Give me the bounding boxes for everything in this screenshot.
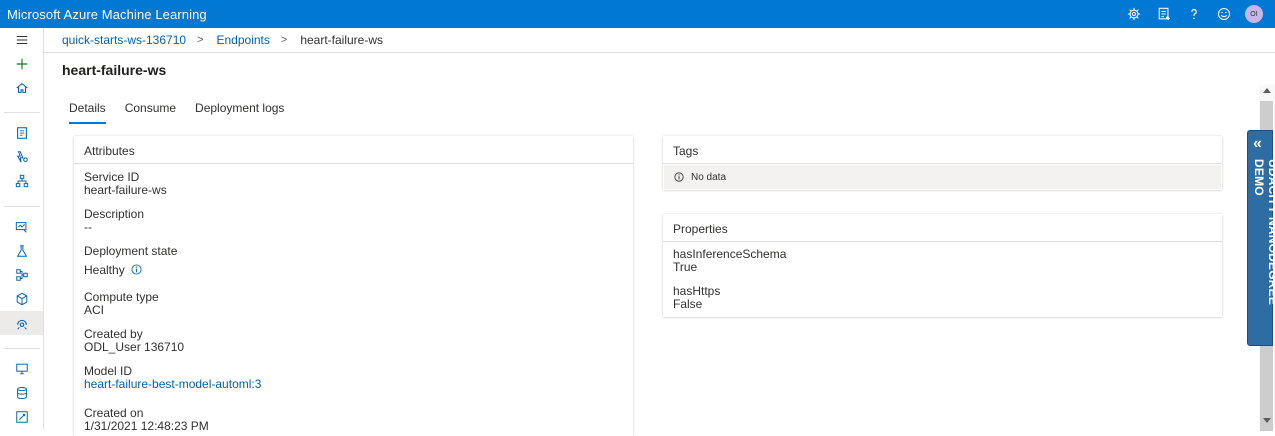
description-label: Description: [84, 207, 145, 221]
top-bar: Microsoft Azure Machine Learning OI: [0, 0, 1275, 28]
breadcrumb: quick-starts-ws-136710 > Endpoints > hea…: [44, 28, 1275, 53]
deployment-state-value: Healthy: [84, 263, 125, 277]
properties-header: Properties: [663, 214, 1222, 242]
app-title[interactable]: Microsoft Azure Machine Learning: [0, 7, 207, 22]
home-icon[interactable]: [0, 76, 43, 100]
avatar-initials: OI: [1250, 10, 1258, 18]
chevron-right-icon: >: [280, 34, 288, 46]
experiments-icon[interactable]: [0, 239, 43, 263]
info-icon[interactable]: [131, 264, 142, 278]
model-id-link[interactable]: heart-failure-best-model-automl:3: [84, 378, 261, 391]
compute-type-value: ACI: [84, 303, 105, 317]
created-by-field: Created by ODL_User 136710: [84, 328, 184, 354]
tags-empty-text: No data: [691, 171, 727, 183]
datasets-icon[interactable]: [0, 215, 43, 239]
service-id-value: heart-failure-ws: [84, 183, 167, 197]
plus-icon[interactable]: [0, 52, 43, 76]
labeling-icon[interactable]: [0, 405, 43, 429]
gear-icon[interactable]: [1119, 0, 1149, 28]
scroll-up-arrow-icon[interactable]: [1263, 88, 1271, 93]
deployment-state-value-row: Healthy: [84, 264, 177, 278]
properties-card: Properties hasInferenceSchema True hasHt…: [663, 214, 1222, 317]
service-id-field: Service ID heart-failure-ws: [84, 171, 167, 197]
designer-icon[interactable]: [0, 169, 43, 193]
page-title: heart-failure-ws: [62, 62, 167, 78]
attributes-card: Attributes Service ID heart-failure-ws D…: [74, 136, 633, 436]
created-on-field: Created on 1/31/2021 12:48:23 PM: [84, 407, 209, 433]
help-icon[interactable]: [1179, 0, 1209, 28]
smiley-icon[interactable]: [1209, 0, 1239, 28]
tab-bar: Details Consume Deployment logs: [62, 100, 296, 124]
rail-divider: [4, 112, 40, 113]
description-field: Description --: [84, 208, 144, 234]
endpoints-icon[interactable]: [0, 311, 43, 335]
tab-consume[interactable]: Consume: [118, 100, 183, 124]
double-chevron-left-icon: «: [1253, 135, 1262, 152]
attributes-header: Attributes: [74, 136, 633, 164]
description-value: --: [84, 220, 92, 234]
tags-empty-row: No data: [664, 165, 1221, 189]
feedback-list-icon[interactable]: [1149, 0, 1179, 28]
automl-icon[interactable]: [0, 145, 43, 169]
rail-divider: [4, 206, 40, 207]
udacity-side-tab[interactable]: « UDACITY NANODEGREE DEMO: [1247, 130, 1275, 346]
property-value: False: [673, 297, 703, 311]
created-by-value: ODL_User 136710: [84, 340, 185, 354]
compute-type-field: Compute type ACI: [84, 291, 159, 317]
tab-deployment-logs[interactable]: Deployment logs: [188, 100, 291, 124]
rail-divider: [4, 348, 40, 349]
tab-details[interactable]: Details: [62, 100, 113, 124]
models-icon[interactable]: [0, 287, 43, 311]
tags-header: Tags: [663, 136, 1222, 164]
breadcrumb-workspace[interactable]: quick-starts-ws-136710: [62, 33, 186, 47]
notebook-icon[interactable]: [0, 121, 43, 145]
datastores-icon[interactable]: [0, 381, 43, 405]
info-icon: [674, 172, 684, 182]
breadcrumb-current: heart-failure-ws: [300, 33, 384, 47]
left-nav-rail: [0, 28, 44, 429]
property-value: True: [673, 260, 698, 274]
hamburger-icon[interactable]: [0, 28, 43, 52]
chevron-right-icon: >: [197, 34, 204, 46]
avatar[interactable]: OI: [1245, 5, 1263, 23]
property-item: hasInferenceSchema True: [673, 248, 786, 274]
model-id-field: Model ID heart-failure-best-model-automl…: [84, 365, 261, 391]
deployment-state-field: Deployment state Healthy: [84, 245, 177, 278]
pipelines-icon[interactable]: [0, 263, 43, 287]
tags-card: Tags No data: [663, 136, 1222, 190]
scroll-down-arrow-icon[interactable]: [1263, 418, 1271, 423]
created-on-value: 1/31/2021 12:48:23 PM: [84, 419, 209, 433]
breadcrumb-endpoints[interactable]: Endpoints: [217, 33, 270, 47]
compute-icon[interactable]: [0, 357, 43, 381]
deployment-state-label: Deployment state: [84, 244, 178, 258]
top-bar-icons: OI: [1119, 0, 1269, 28]
property-item: hasHttps False: [673, 285, 720, 311]
side-tab-label: UDACITY NANODEGREE DEMO: [1252, 159, 1275, 306]
